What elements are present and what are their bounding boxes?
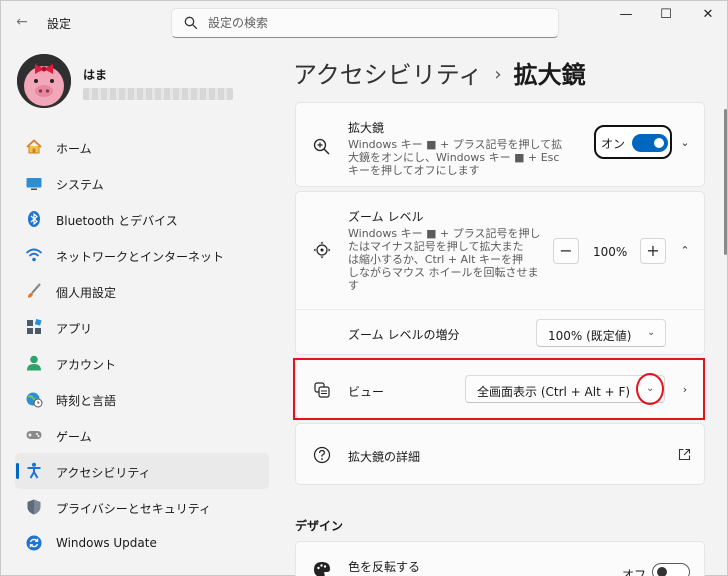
sidebar-item-apps[interactable]: アプリ — [15, 309, 269, 345]
sidebar-item-label: アクセシビリティ — [56, 466, 151, 480]
minimize-button[interactable]: — — [609, 7, 643, 27]
sidebar-item-label: アカウント — [56, 358, 117, 372]
sidebar-item-accessibility[interactable]: アクセシビリティ — [15, 453, 269, 489]
sidebar-item-windows-update[interactable]: Windows Update — [15, 525, 269, 561]
brush-icon — [25, 282, 43, 300]
zoom-decrease-button[interactable]: − — [553, 238, 579, 264]
avatar[interactable] — [17, 54, 71, 108]
invert-toggle-state: オフ — [622, 568, 647, 576]
palette-icon — [314, 562, 330, 576]
breadcrumb: アクセシビリティ › 拡大鏡 — [293, 55, 586, 90]
close-button[interactable]: ✕ — [691, 7, 725, 27]
search-icon — [184, 16, 198, 30]
chevron-down-icon[interactable]: ⌄ — [678, 136, 692, 150]
back-button[interactable]: ← — [11, 11, 33, 33]
profile-name: はま — [83, 68, 108, 82]
sidebar-item-personalization[interactable]: 個人用設定 — [15, 273, 269, 309]
help-icon — [313, 446, 331, 464]
gamepad-icon — [25, 426, 43, 444]
sidebar-item-label: 個人用設定 — [56, 286, 117, 300]
sidebar-item-label: ネットワークとインターネット — [56, 250, 225, 264]
bluetooth-icon — [25, 210, 43, 228]
sidebar-item-system[interactable]: システム — [15, 165, 269, 201]
search-input[interactable] — [208, 13, 538, 33]
zoom-increment-dropdown[interactable]: 100% (既定値) ⌄ — [536, 319, 666, 347]
home-icon — [25, 138, 43, 156]
sidebar-item-home[interactable]: ホーム — [15, 129, 269, 165]
sidebar-item-label: Windows Update — [56, 536, 157, 550]
sidebar-item-privacy[interactable]: プライバシーとセキュリティ — [15, 489, 269, 525]
breadcrumb-separator: › — [494, 64, 502, 85]
zoom-increment-value: 100% (既定値) — [548, 329, 632, 343]
magnifier-toggle[interactable]: オン — [594, 125, 672, 159]
sidebar-item-label: ゲーム — [56, 430, 92, 444]
zoom-level-title: ズーム レベル — [348, 210, 424, 224]
sidebar-item-label: アプリ — [56, 322, 93, 336]
sidebar-item-label: 時刻と言語 — [56, 394, 117, 408]
invert-colors-title: 色を反転する — [348, 560, 421, 574]
zoom-increment-label: ズーム レベルの増分 — [348, 328, 460, 342]
active-indicator — [16, 463, 19, 479]
zoom-increase-button[interactable]: + — [640, 238, 666, 264]
sidebar-item-time-language[interactable]: 時刻と言語 — [15, 381, 269, 417]
sidebar-item-label: プライバシーとセキュリティ — [56, 502, 212, 516]
pig-avatar-icon — [17, 54, 71, 108]
shield-icon — [25, 498, 43, 516]
zoom-level-icon — [313, 241, 331, 259]
app-title: 設定 — [47, 17, 72, 31]
sidebar-item-label: Bluetooth とデバイス — [56, 214, 178, 228]
sidebar-item-bluetooth[interactable]: Bluetooth とデバイス — [15, 201, 269, 237]
zoom-in-icon — [313, 138, 330, 155]
toggle-state-label: オン — [601, 137, 626, 151]
invert-colors-toggle[interactable] — [652, 563, 690, 576]
globe-clock-icon — [25, 390, 43, 408]
breadcrumb-parent[interactable]: アクセシビリティ — [293, 61, 482, 89]
page-title: 拡大鏡 — [513, 61, 586, 89]
toggle-switch[interactable] — [632, 134, 668, 152]
magnifier-details-title: 拡大鏡の詳細 — [348, 450, 421, 464]
profile-email-redacted — [83, 88, 233, 100]
sidebar-item-network[interactable]: ネットワークとインターネット — [15, 237, 269, 273]
sidebar-item-label: ホーム — [56, 142, 92, 156]
chevron-down-icon: ⌄ — [647, 327, 656, 338]
system-icon — [25, 174, 43, 192]
sidebar-item-label: システム — [56, 178, 104, 192]
design-section-title: デザイン — [295, 519, 344, 533]
maximize-button[interactable]: ☐ — [649, 7, 683, 27]
zoom-level-value: 100% — [593, 245, 628, 259]
account-icon — [25, 354, 43, 372]
network-icon — [25, 246, 43, 264]
divider — [296, 309, 704, 310]
chevron-up-icon[interactable]: ⌃ — [678, 244, 692, 258]
invert-colors-card[interactable]: 色を反転する オフ — [295, 541, 705, 576]
magnifier-title: 拡大鏡 — [348, 121, 385, 135]
magnifier-setting-card[interactable]: 拡大鏡 Windows キー ■ + プラス記号を押して拡 大鏡をオンにし、Wi… — [295, 102, 705, 187]
search-box[interactable] — [171, 8, 559, 38]
scrollbar[interactable] — [724, 109, 727, 255]
zoom-level-description: Windows キー ■ + プラス記号を押し たはマイナス記号を押して拡大また… — [348, 227, 541, 292]
circle-annotation — [636, 373, 664, 405]
zoom-level-card: ズーム レベル Windows キー ■ + プラス記号を押し たはマイナス記号… — [295, 191, 705, 355]
update-icon — [25, 534, 43, 552]
accessibility-icon — [25, 462, 43, 480]
sidebar-nav: ホーム システム Bluetooth とデバイス ネットワークとインターネット … — [15, 129, 269, 561]
title-bar: ← 設定 — ☐ ✕ — [1, 1, 727, 41]
external-link-icon[interactable] — [678, 448, 691, 461]
magnifier-details-card[interactable]: 拡大鏡の詳細 — [295, 423, 705, 485]
sidebar-item-accounts[interactable]: アカウント — [15, 345, 269, 381]
apps-icon — [25, 318, 43, 336]
sidebar-item-gaming[interactable]: ゲーム — [15, 417, 269, 453]
magnifier-description: Windows キー ■ + プラス記号を押して拡 大鏡をオンにし、Window… — [348, 138, 563, 177]
